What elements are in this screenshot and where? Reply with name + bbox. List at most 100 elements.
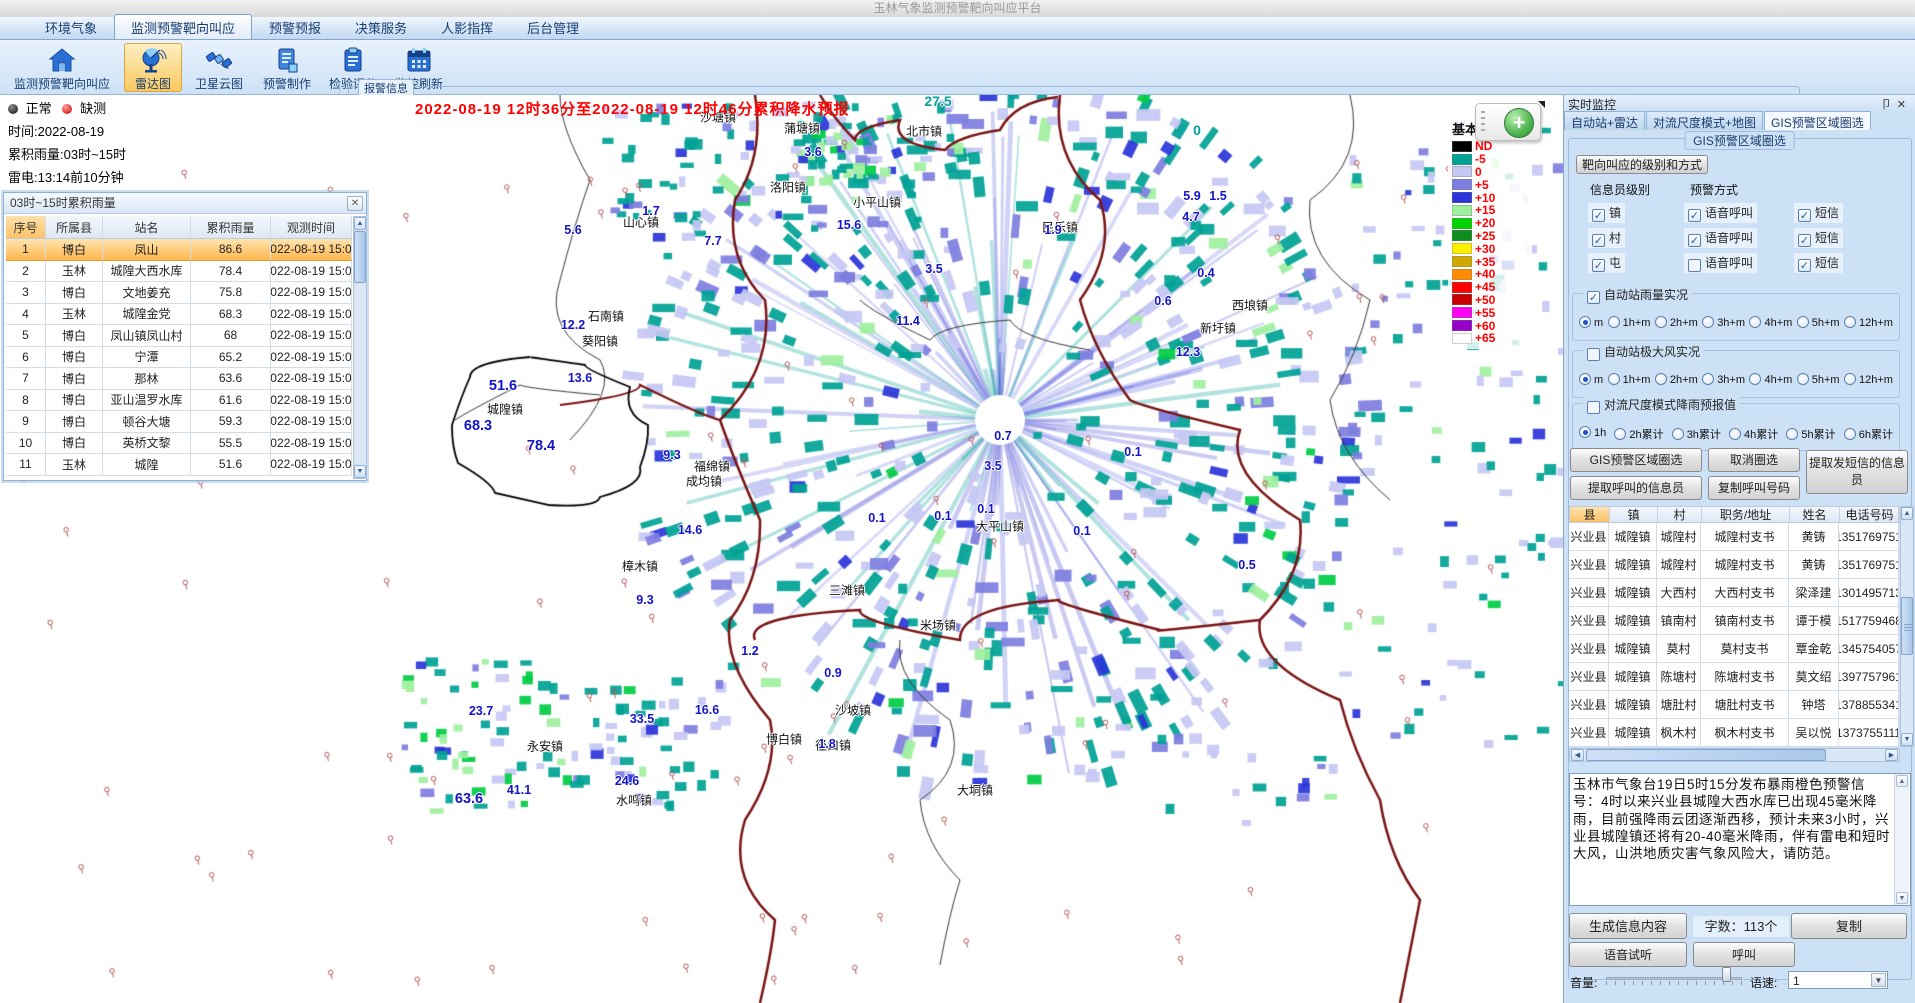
option-radio[interactable]: 5h累计 xyxy=(1786,426,1835,442)
close-icon[interactable]: ✕ xyxy=(1897,99,1911,111)
extract-call-button[interactable]: 提取呼叫的信息员 xyxy=(1570,476,1702,500)
rain-col-header[interactable]: 序号 xyxy=(6,216,46,238)
level-checkbox[interactable]: ✓镇 xyxy=(1588,203,1625,223)
checkbox-icon[interactable]: ✓ xyxy=(1688,259,1701,272)
checkbox-icon[interactable]: ✓ xyxy=(1592,259,1605,272)
contacts-vscrollbar[interactable]: ▲ ▼ xyxy=(1900,506,1914,747)
rain-table-row[interactable]: 5博白凤山镇凤山村682022-08-19 15:00 xyxy=(6,325,352,347)
option-radio[interactable]: m xyxy=(1579,373,1603,386)
option-radio[interactable]: 12h+m xyxy=(1844,373,1893,386)
volume-slider[interactable] xyxy=(1606,973,1742,989)
speed-combobox[interactable]: 1 ▼ xyxy=(1788,971,1888,989)
checkbox-icon[interactable]: ✓ xyxy=(1798,234,1811,247)
menu-tab-admin[interactable]: 后台管理 xyxy=(510,14,596,39)
rain-table-row[interactable]: 7博白那林63.62022-08-19 15:00 xyxy=(6,368,352,390)
pin-icon[interactable]: 卩 xyxy=(1881,99,1897,111)
contacts-col-header[interactable]: 镇 xyxy=(1610,507,1658,522)
radio-icon[interactable] xyxy=(1797,316,1809,328)
contacts-row[interactable]: 兴业县城隍镇塘肚村塘肚村支书钟塔1378855341 xyxy=(1569,691,1899,719)
radio-icon[interactable] xyxy=(1608,316,1620,328)
voice-call-checkbox[interactable]: ✓语音呼叫 xyxy=(1684,203,1757,223)
contacts-row[interactable]: 兴业县城隍镇镇南村镇南村支书谭于模1517759468 xyxy=(1569,607,1899,635)
rain-table-row[interactable]: 10博白英桥文黎55.52022-08-19 15:00 xyxy=(6,433,352,455)
checkbox-icon[interactable]: ✓ xyxy=(1592,209,1605,222)
contacts-hscrollbar[interactable]: ◀ ▶ xyxy=(1569,748,1900,762)
rain-col-header[interactable]: 所属县 xyxy=(46,216,103,238)
contacts-row[interactable]: 兴业县城隍镇莫村莫村支书覃金乾1345754057 xyxy=(1569,635,1899,663)
option-radio[interactable]: 6h累计 xyxy=(1844,426,1893,442)
menu-tab-weathermod[interactable]: 人影指挥 xyxy=(424,14,510,39)
level-method-button[interactable]: 靶向叫应的级别和方式 xyxy=(1576,155,1708,174)
checkbox-icon[interactable]: ✓ xyxy=(1798,209,1811,222)
zoom-in-button[interactable]: + xyxy=(1504,108,1534,138)
contacts-row[interactable]: 兴业县城隍镇大西村大西村支书梁泽建1301495713 xyxy=(1569,579,1899,607)
voice-call-checkbox[interactable]: ✓语音呼叫 xyxy=(1684,228,1757,248)
rain-table-row[interactable]: 8博白亚山温罗水库61.62022-08-19 15:00 xyxy=(6,390,352,412)
toolbar-home-button[interactable]: 监测预警靶向叫应 xyxy=(6,43,118,92)
option-radio[interactable]: 2h+m xyxy=(1655,316,1698,329)
radio-icon[interactable] xyxy=(1579,373,1591,385)
option-radio[interactable]: 3h累计 xyxy=(1672,426,1721,442)
rain-table-row[interactable]: 2玉林城隍大西水库78.42022-08-19 15:00 xyxy=(6,261,352,283)
call-button[interactable]: 呼叫 xyxy=(1693,942,1795,967)
radio-icon[interactable] xyxy=(1844,316,1856,328)
radio-icon[interactable] xyxy=(1655,373,1667,385)
contacts-col-header[interactable]: 电话号码 xyxy=(1840,507,1900,522)
tab-gis-select[interactable]: GIS预警区域圈选 xyxy=(1764,111,1871,130)
sms-checkbox[interactable]: ✓短信 xyxy=(1794,203,1843,223)
radio-icon[interactable] xyxy=(1702,316,1714,328)
level-checkbox[interactable]: ✓村 xyxy=(1588,228,1625,248)
radar-map[interactable]: 2022-08-19 12时36分至2022-08-19 12时46分累积降水预… xyxy=(0,95,1563,1003)
copy-numbers-button[interactable]: 复制呼叫号码 xyxy=(1708,476,1800,500)
voice-call-checkbox[interactable]: ✓语音呼叫 xyxy=(1684,253,1757,273)
radio-icon[interactable] xyxy=(1579,316,1591,328)
rain-table-window-title[interactable]: 03时~15时累积雨量 xyxy=(4,193,366,214)
group-checkbox-icon[interactable]: ✓ xyxy=(1587,401,1600,414)
radio-icon[interactable] xyxy=(1749,316,1761,328)
contacts-row[interactable]: 兴业县城隍镇陈塘村陈塘村支书莫文绍1397757961 xyxy=(1569,663,1899,691)
radio-icon[interactable] xyxy=(1749,373,1761,385)
rain-table-row[interactable]: 3博白文地姜充75.82022-08-19 15:00 xyxy=(6,282,352,304)
checkbox-icon[interactable]: ✓ xyxy=(1798,259,1811,272)
generate-message-button[interactable]: 生成信息内容 xyxy=(1569,913,1687,939)
toolbar-radar-button[interactable]: 雷达图 xyxy=(124,43,182,92)
menu-tab-env[interactable]: 环境气象 xyxy=(28,14,114,39)
contacts-col-header[interactable]: 职务/地址 xyxy=(1702,507,1790,522)
sms-checkbox[interactable]: ✓短信 xyxy=(1794,253,1843,273)
option-group-label[interactable]: ✓对流尺度模式降雨预报值 xyxy=(1583,396,1740,414)
tab-autostation-radar[interactable]: 自动站+雷达 xyxy=(1564,111,1645,130)
checkbox-icon[interactable]: ✓ xyxy=(1688,234,1701,247)
option-radio[interactable]: 2h+m xyxy=(1655,373,1698,386)
radio-icon[interactable] xyxy=(1579,426,1591,438)
extract-sms-button[interactable]: 提取发短信的信息员 xyxy=(1806,450,1908,494)
cancel-select-button[interactable]: 取消圈选 xyxy=(1708,448,1800,472)
option-radio[interactable]: 1h+m xyxy=(1608,373,1651,386)
rain-table-scrollbar[interactable]: ▲ ▼ xyxy=(353,216,367,479)
checkbox-icon[interactable]: ✓ xyxy=(1688,209,1701,222)
message-scrollbar[interactable]: ▲ ▼ xyxy=(1894,774,1909,905)
option-radio[interactable]: 4h累计 xyxy=(1729,426,1778,442)
rain-table-row[interactable]: 4玉林城隍金党68.32022-08-19 15:00 xyxy=(6,304,352,326)
option-radio[interactable]: 3h+m xyxy=(1702,373,1745,386)
toolbar-warning-make-button[interactable]: 预警制作 xyxy=(256,43,318,92)
menu-tab-monitor[interactable]: 监测预警靶向叫应 xyxy=(114,14,252,39)
contacts-row[interactable]: 兴业县城隍镇枫木村枫木村支书吴以悦1373755111 xyxy=(1569,719,1899,747)
toolbar-satellite-button[interactable]: 卫星云图 xyxy=(186,43,252,92)
menu-tab-forecast[interactable]: 预警预报 xyxy=(252,14,338,39)
radio-icon[interactable] xyxy=(1844,428,1856,440)
option-radio[interactable]: 5h+m xyxy=(1797,316,1840,329)
close-icon[interactable]: ✕ xyxy=(347,196,363,211)
option-radio[interactable]: 4h+m xyxy=(1749,373,1792,386)
group-checkbox-icon[interactable]: ✓ xyxy=(1587,348,1600,361)
option-radio[interactable]: 2h累计 xyxy=(1614,426,1663,442)
volume-slider-thumb[interactable] xyxy=(1722,967,1731,982)
rain-col-header[interactable]: 累积雨量 xyxy=(191,216,271,238)
group-checkbox-icon[interactable]: ✓ xyxy=(1587,291,1600,304)
menu-tab-decision[interactable]: 决策服务 xyxy=(338,14,424,39)
radio-icon[interactable] xyxy=(1672,428,1684,440)
checkbox-icon[interactable]: ✓ xyxy=(1592,234,1605,247)
radio-icon[interactable] xyxy=(1729,428,1741,440)
radio-icon[interactable] xyxy=(1702,373,1714,385)
tab-convective-map[interactable]: 对流尺度模式+地图 xyxy=(1646,111,1763,130)
rain-table-row[interactable]: 6博白宁潭65.22022-08-19 15:00 xyxy=(6,347,352,369)
